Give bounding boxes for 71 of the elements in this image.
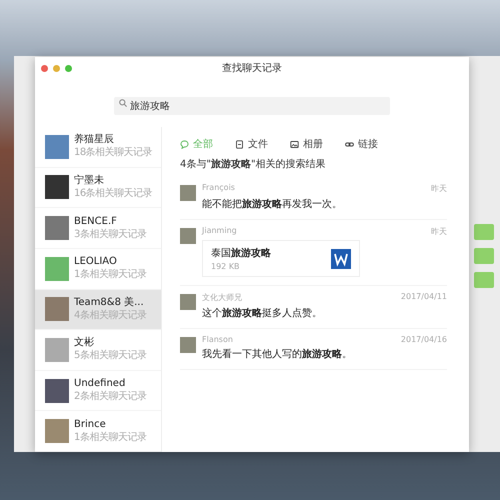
contact-name: 养猫星辰 [74,134,115,146]
search-result[interactable]: 文化大师兄 2017/04/11 这个旅游攻略挺多人点赞。 [180,286,447,329]
search-result[interactable]: François 昨天 能不能把旅游攻略再发我一次。 [180,177,447,220]
match-count: 18条相关聊天记录 [74,147,152,160]
result-summary: 4条与"旅游攻略"相关的搜索结果 [180,158,327,172]
minimize-icon[interactable] [53,64,60,72]
maximize-icon[interactable] [65,64,72,72]
match-count: 16条相关聊天记录 [74,188,152,200]
contact-name: Undefined [74,378,126,390]
contact-name: 文彬 [74,337,95,350]
avatar-photo [180,228,196,244]
file-card[interactable]: 泰国旅游攻略 192 KB [202,240,360,277]
sender-name: Jianming [202,226,237,237]
sender-name: Flanson [202,335,233,344]
avatar-photo [45,175,69,200]
contact-name: 宁墨未 [74,174,105,187]
message-time: 2017/04/11 [400,292,447,303]
match-count: 3条相关聊天记录 [74,228,146,241]
sender-name: François [202,183,235,194]
message-time: 昨天 [431,183,447,194]
contact-item[interactable]: BENCE.F 3条相关聊天记录 [35,208,161,249]
file-size: 192 KB [211,262,241,271]
contact-item[interactable]: Team8&8 美... 4条相关聊天记录 [35,290,161,330]
filter-tab[interactable]: 文件 [235,137,268,151]
sender-name: 文化大师兄 [202,292,242,303]
avatar-photo [45,256,69,281]
filter-tab[interactable]: 相册 [290,137,323,151]
message-time: 昨天 [431,226,447,237]
message-text: 这个旅游攻略挺多人点赞。 [202,306,323,320]
match-count: 4条相关聊天记录 [74,310,146,322]
contact-name: Brince [74,418,107,431]
contact-item[interactable]: 文彬 5条相关聊天记录 [35,330,161,371]
search-result[interactable]: Jianming 昨天 泰国旅游攻略 192 KB [180,220,447,286]
contact-name: LEOLIAO [74,256,118,268]
avatar-photo [180,185,196,201]
contact-item[interactable]: Brince 1条相关聊天记录 [35,411,161,452]
search-field[interactable]: 旅游攻略 [114,97,390,115]
avatar-photo [45,134,69,159]
message-bubble [474,248,494,264]
window-title: 查找聊天记录 [222,62,282,75]
avatar-photo [45,297,69,322]
search-result[interactable]: Flanson 2017/04/16 我先看一下其他人写的旅游攻略。 [180,329,447,370]
avatar-photo [45,338,69,362]
message-bubble [474,272,494,288]
avatar-photo [45,378,69,403]
message-text: 我先看一下其他人写的旅游攻略。 [202,348,353,361]
file-name: 泰国旅游攻略 [211,246,271,260]
avatar-photo [180,294,196,310]
contact-item[interactable]: LEOLIAO 1条相关聊天记录 [35,248,161,290]
match-count: 5条相关聊天记录 [74,350,146,362]
contact-item[interactable]: Undefined 2条相关聊天记录 [35,370,161,412]
contact-name: Team8&8 美... [74,296,145,309]
link-icon [345,140,354,148]
message-text: 能不能把旅游攻略再发我一次。 [202,198,343,211]
match-count: 1条相关聊天记录 [74,269,146,282]
contact-item[interactable]: 养猫星辰 18条相关聊天记录 [35,127,161,168]
match-count: 2条相关聊天记录 [74,391,146,404]
close-icon[interactable] [41,64,48,72]
avatar-photo [45,419,69,444]
message-time: 2017/04/16 [400,335,447,344]
chat-bubble-icon [180,140,189,148]
avatar-photo [45,216,69,240]
message-bubble [474,224,494,240]
document-icon [235,140,244,148]
match-count: 1条相关聊天记录 [74,432,146,444]
contact-item[interactable]: 宁墨未 16条相关聊天记录 [35,168,161,208]
image-icon [290,140,299,148]
avatar-photo [180,337,196,353]
contact-name: BENCE.F [74,216,118,228]
filter-tab[interactable]: 链接 [345,137,378,151]
word-document-icon [331,248,351,268]
